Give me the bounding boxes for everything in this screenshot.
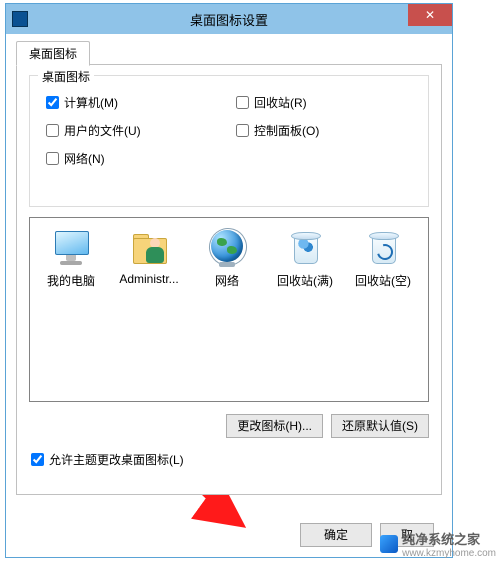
preview-label: 我的电脑 bbox=[32, 272, 110, 289]
checkbox-network[interactable] bbox=[46, 152, 59, 165]
watermark-logo-icon bbox=[380, 535, 398, 553]
icon-buttons-row: 更改图标(H)... 还原默认值(S) bbox=[226, 414, 429, 438]
watermark-text: 纯净系统之家 bbox=[402, 529, 496, 548]
preview-label: Administr... bbox=[110, 272, 188, 286]
ok-button[interactable]: 确定 bbox=[300, 523, 372, 547]
checkbox-control[interactable] bbox=[236, 124, 249, 137]
preview-item-recycle-full[interactable]: 回收站(满) bbox=[266, 228, 344, 289]
checkbox-recycle[interactable] bbox=[236, 96, 249, 109]
check-row-userfiles: 用户的文件(U) bbox=[46, 122, 141, 139]
label-userfiles: 用户的文件(U) bbox=[64, 122, 141, 139]
window-title: 桌面图标设置 bbox=[6, 10, 452, 29]
user-folder-icon bbox=[129, 228, 169, 268]
label-computer: 计算机(M) bbox=[64, 94, 118, 111]
close-icon: ✕ bbox=[425, 9, 435, 21]
client-area: 桌面图标 桌面图标 计算机(M) 回收站(R) 用户的文件(U) bbox=[6, 34, 452, 557]
checkbox-allow-themes[interactable] bbox=[31, 453, 44, 466]
check-row-recycle: 回收站(R) bbox=[236, 94, 307, 111]
preview-item-user[interactable]: Administr... bbox=[110, 228, 188, 289]
preview-label: 回收站(满) bbox=[266, 272, 344, 289]
check-row-network: 网络(N) bbox=[46, 150, 105, 167]
preview-item-network[interactable]: 网络 bbox=[188, 228, 266, 289]
restore-default-button[interactable]: 还原默认值(S) bbox=[331, 414, 429, 438]
checkbox-userfiles[interactable] bbox=[46, 124, 59, 137]
recycle-empty-icon bbox=[363, 228, 403, 268]
preview-label: 网络 bbox=[188, 272, 266, 289]
titlebar[interactable]: 桌面图标设置 ✕ bbox=[6, 4, 452, 34]
desktop-icon-settings-window: 桌面图标设置 ✕ 桌面图标 桌面图标 计算机(M) 回收站(R) bbox=[5, 3, 453, 558]
watermark: 纯净系统之家 www.kzmyhome.com bbox=[380, 529, 496, 559]
preview-item-computer[interactable]: 我的电脑 bbox=[32, 228, 110, 289]
watermark-url: www.kzmyhome.com bbox=[402, 548, 496, 559]
icon-preview-list[interactable]: 我的电脑 Administr... 网络 bbox=[29, 217, 429, 402]
label-recycle: 回收站(R) bbox=[254, 94, 307, 111]
preview-item-recycle-empty[interactable]: 回收站(空) bbox=[344, 228, 422, 289]
group-desktop-icons: 桌面图标 计算机(M) 回收站(R) 用户的文件(U) 控制面板(O) bbox=[29, 75, 429, 207]
close-button[interactable]: ✕ bbox=[408, 4, 452, 26]
change-icon-button[interactable]: 更改图标(H)... bbox=[226, 414, 323, 438]
label-control: 控制面板(O) bbox=[254, 122, 319, 139]
tab-strip: 桌面图标 bbox=[16, 41, 90, 65]
check-row-control: 控制面板(O) bbox=[236, 122, 319, 139]
computer-icon bbox=[51, 228, 91, 268]
check-row-computer: 计算机(M) bbox=[46, 94, 118, 111]
checkbox-computer[interactable] bbox=[46, 96, 59, 109]
group-title: 桌面图标 bbox=[38, 68, 94, 85]
network-icon bbox=[207, 228, 247, 268]
tab-panel: 桌面图标 计算机(M) 回收站(R) 用户的文件(U) 控制面板(O) bbox=[16, 64, 442, 495]
tab-desktop-icons[interactable]: 桌面图标 bbox=[16, 41, 90, 66]
label-network: 网络(N) bbox=[64, 150, 105, 167]
recycle-full-icon bbox=[285, 228, 325, 268]
allow-themes-row: 允许主题更改桌面图标(L) bbox=[31, 451, 184, 468]
preview-label: 回收站(空) bbox=[344, 272, 422, 289]
label-allow-themes: 允许主题更改桌面图标(L) bbox=[49, 451, 184, 468]
